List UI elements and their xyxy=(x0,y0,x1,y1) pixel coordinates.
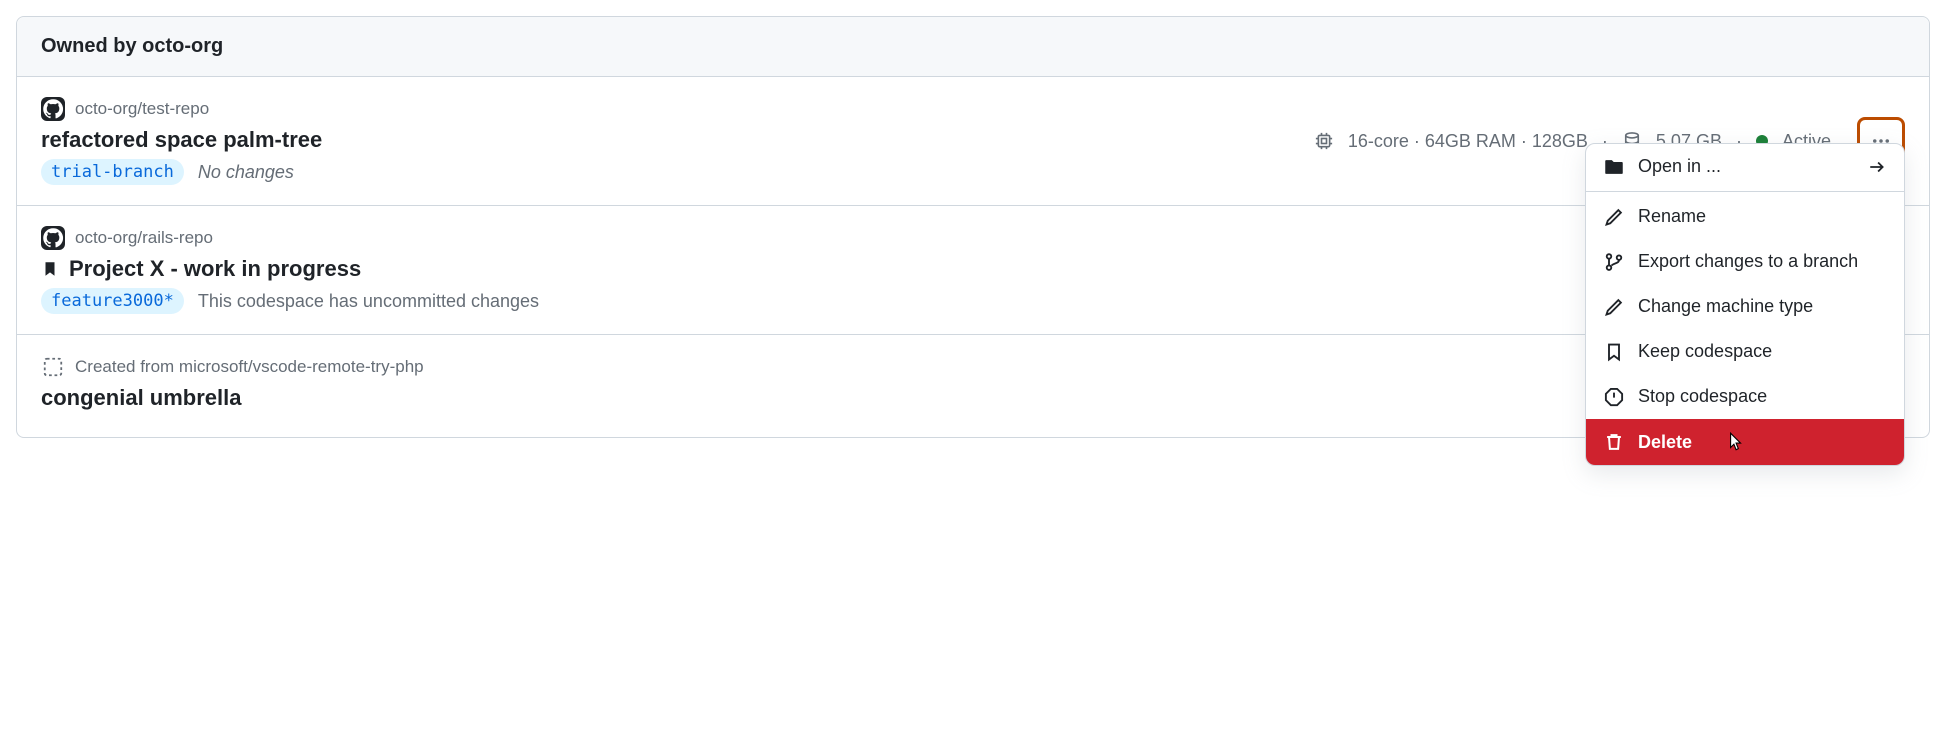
folder-icon xyxy=(1604,157,1624,177)
stop-icon xyxy=(1604,387,1624,407)
changes-text: This codespace has uncommitted changes xyxy=(198,291,539,312)
menu-export-branch[interactable]: Export changes to a branch xyxy=(1586,239,1904,284)
menu-keep-codespace[interactable]: Keep codespace xyxy=(1586,329,1904,374)
changes-text: No changes xyxy=(198,162,294,183)
panel-title: Owned by octo-org xyxy=(41,35,223,57)
machine-specs: 16-core · 64GB RAM · 128GB xyxy=(1348,131,1588,152)
template-icon xyxy=(41,355,65,379)
branch-badge[interactable]: feature3000* xyxy=(41,288,184,314)
repo-name[interactable]: octo-org/test-repo xyxy=(75,99,209,119)
menu-label: Open in ... xyxy=(1638,156,1721,177)
panel-header: Owned by octo-org xyxy=(17,17,1929,77)
git-branch-icon xyxy=(1604,252,1624,272)
github-icon xyxy=(41,97,65,121)
menu-label: Export changes to a branch xyxy=(1638,251,1858,272)
bookmark-icon xyxy=(1604,342,1624,362)
menu-divider xyxy=(1586,191,1904,192)
codespace-name[interactable]: congenial umbrella xyxy=(41,385,242,411)
menu-rename[interactable]: Rename xyxy=(1586,194,1904,239)
codespace-actions-menu: Open in ... Rename Export changes to a b… xyxy=(1585,143,1905,466)
menu-stop-codespace[interactable]: Stop codespace xyxy=(1586,374,1904,419)
menu-label: Delete xyxy=(1638,432,1692,453)
codespace-row: octo-org/test-repo refactored space palm… xyxy=(17,77,1929,206)
branch-badge[interactable]: trial-branch xyxy=(41,159,184,185)
pencil-icon xyxy=(1604,297,1624,317)
menu-label: Stop codespace xyxy=(1638,386,1767,407)
menu-label: Rename xyxy=(1638,206,1706,227)
menu-delete[interactable]: Delete xyxy=(1586,419,1904,465)
bookmark-filled-icon xyxy=(41,260,59,278)
trash-icon xyxy=(1604,432,1624,452)
menu-change-machine[interactable]: Change machine type xyxy=(1586,284,1904,329)
cursor-icon xyxy=(1724,431,1746,453)
codespace-name[interactable]: Project X - work in progress xyxy=(69,256,361,282)
repo-name[interactable]: Created from microsoft/vscode-remote-try… xyxy=(75,357,424,377)
repo-name[interactable]: octo-org/rails-repo xyxy=(75,228,213,248)
codespaces-panel: Owned by octo-org octo-org/test-repo ref… xyxy=(16,16,1930,438)
arrow-right-icon xyxy=(1868,158,1886,176)
menu-label: Change machine type xyxy=(1638,296,1813,317)
menu-open-in[interactable]: Open in ... xyxy=(1586,144,1904,189)
github-icon xyxy=(41,226,65,250)
codespace-name[interactable]: refactored space palm-tree xyxy=(41,127,322,153)
pencil-icon xyxy=(1604,207,1624,227)
menu-label: Keep codespace xyxy=(1638,341,1772,362)
cpu-icon xyxy=(1314,131,1334,151)
